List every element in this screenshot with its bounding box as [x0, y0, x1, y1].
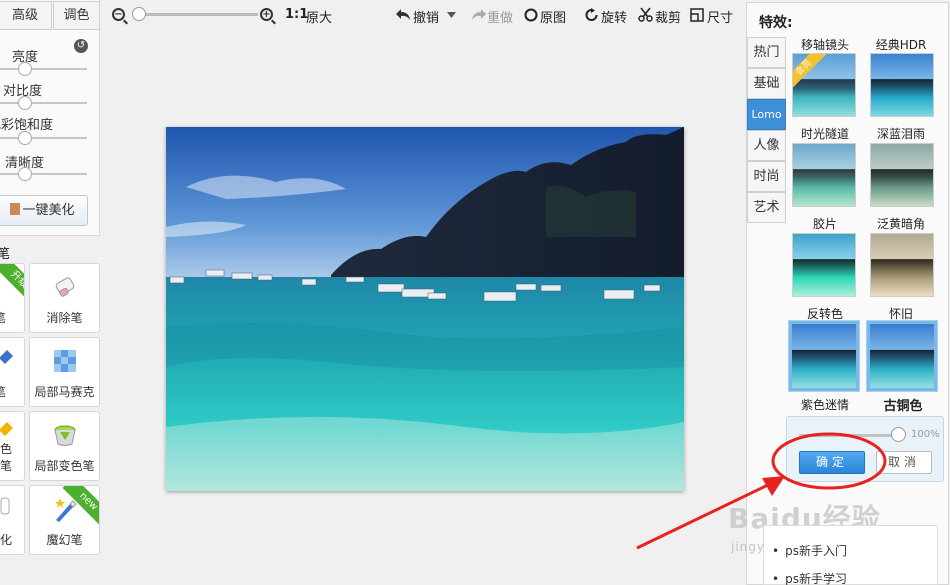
pen-icon	[0, 350, 13, 364]
color-pen-icon	[0, 422, 13, 436]
zoom-knob[interactable]	[132, 7, 146, 21]
strength-slider[interactable]	[799, 434, 899, 437]
strength-value: 100%	[911, 429, 940, 440]
redo-icon[interactable]	[471, 8, 486, 22]
beauty-label: 一键美化	[22, 203, 75, 218]
effect-label: 紫色迷情	[800, 398, 849, 412]
saturation-knob[interactable]	[18, 131, 32, 145]
undo-icon[interactable]	[396, 8, 411, 22]
contrast-slider[interactable]	[0, 102, 87, 104]
effect-film[interactable]	[792, 233, 856, 297]
tool-pen[interactable]: 升级 笔	[0, 263, 25, 333]
crop-button[interactable]: 裁剪	[655, 7, 681, 26]
effect-label: 移轴镜头	[800, 38, 849, 52]
saturation-slider[interactable]	[0, 137, 87, 139]
tool-label: 色笔	[0, 442, 12, 473]
brightness-slider[interactable]	[0, 68, 87, 70]
zoom-in-icon[interactable]: +	[260, 8, 273, 21]
size-icon[interactable]	[690, 8, 704, 22]
sharpness-knob[interactable]	[18, 167, 32, 181]
reset-icon[interactable]: ↺	[74, 39, 88, 53]
effect-label: 泛黄暗角	[876, 217, 925, 231]
tool-label: 笔	[0, 309, 24, 326]
tool-color-pen[interactable]: 色笔	[0, 411, 25, 481]
original-button[interactable]: 原图	[540, 7, 566, 26]
rotate-button[interactable]: 旋转	[601, 7, 627, 26]
size-button[interactable]: 尺寸	[707, 7, 733, 26]
redo-button[interactable]: 重做	[487, 7, 513, 26]
one-click-beauty-button[interactable]: 一键美化	[0, 195, 88, 226]
beautify-icon	[0, 497, 10, 515]
tool-label: 局部变色笔	[34, 459, 95, 473]
cancel-button[interactable]: 取消	[876, 451, 932, 474]
tool-label: 笔	[0, 383, 24, 400]
adjust-panel: 高级 调色 ↺ 亮度 对比度 色彩饱和度 清晰度 一键美化	[0, 0, 100, 236]
sharpness-slider[interactable]	[0, 173, 87, 175]
tab-fashion[interactable]: 时尚	[747, 161, 786, 192]
tool-label: 消除笔	[46, 311, 83, 325]
edited-photo[interactable]	[166, 127, 684, 491]
upgrade-badge: 升级	[0, 264, 24, 306]
effect-yellow-vignette[interactable]	[870, 233, 934, 297]
tool-label: 局部马赛克	[34, 385, 95, 399]
tool-magic-pen[interactable]: new 魔幻笔	[29, 485, 100, 555]
tool-eraser-pen[interactable]: 消除笔	[29, 263, 100, 333]
effects-title: 特效:	[759, 15, 793, 31]
tool-pen-2[interactable]: 笔	[0, 337, 25, 407]
zoom-out-icon[interactable]: −	[112, 8, 125, 21]
rotate-icon[interactable]	[584, 8, 599, 22]
top-toolbar: − + 1:1 原大 撤销 重做 原图 旋转 裁剪 尺寸	[105, 0, 740, 32]
effect-label: 反转色	[806, 307, 843, 321]
tool-mosaic[interactable]: 局部马赛克	[29, 337, 100, 407]
paint-bucket-icon	[54, 425, 75, 446]
tool-local-recolor[interactable]: 局部变色笔	[29, 411, 100, 481]
effect-label: 经典HDR	[875, 38, 927, 52]
undo-dropdown-icon[interactable]	[447, 12, 456, 18]
confirm-button[interactable]: 确定	[799, 451, 865, 474]
original-size-button[interactable]: 原大	[306, 7, 332, 26]
tool-beautify[interactable]: 化	[0, 485, 25, 555]
tab-color[interactable]: 调色	[53, 1, 100, 30]
link-item[interactable]: ps新手学习	[772, 570, 847, 585]
brightness-knob[interactable]	[18, 62, 32, 76]
member-badge: 会员	[793, 54, 826, 90]
original-icon[interactable]	[524, 8, 538, 22]
effect-label: 深蓝泪雨	[876, 127, 925, 141]
effect-classic-hdr[interactable]	[870, 53, 934, 117]
pen-section-heading: 笔	[0, 247, 11, 262]
scissors-icon[interactable]	[638, 7, 653, 22]
tab-portrait[interactable]: 人像	[747, 130, 786, 161]
related-links: ps新手入门 ps新手学习	[763, 525, 938, 585]
effect-deep-blue-rain[interactable]	[870, 143, 934, 207]
effect-tilt-shift[interactable]: 会员	[792, 53, 856, 117]
tool-label: 魔幻笔	[46, 533, 83, 547]
tab-hot[interactable]: 热门	[747, 37, 786, 68]
tab-art[interactable]: 艺术	[747, 192, 786, 223]
link-item[interactable]: ps新手入门	[772, 542, 847, 559]
contrast-knob[interactable]	[18, 96, 32, 110]
effect-strength-box: 100% 确定 取消	[786, 416, 944, 482]
effect-time-tunnel[interactable]	[792, 143, 856, 207]
tool-label: 化	[0, 533, 12, 547]
tab-lomo[interactable]: Lomo	[747, 99, 786, 130]
strength-knob[interactable]	[891, 427, 906, 442]
beauty-icon	[10, 203, 21, 215]
effect-label: 时光隧道	[800, 127, 849, 141]
tab-advanced[interactable]: 高级	[0, 1, 52, 30]
effect-nostalgia[interactable]	[867, 321, 937, 391]
mosaic-icon	[53, 350, 76, 372]
tab-basic[interactable]: 基础	[747, 68, 786, 99]
magic-wand-icon	[54, 498, 77, 522]
zoom-slider[interactable]	[138, 13, 258, 16]
effect-label: 胶片	[812, 217, 837, 231]
effect-label: 怀旧	[888, 307, 913, 321]
zoom-ratio[interactable]: 1:1	[285, 7, 308, 22]
saturation-label: 色彩饱和度	[0, 118, 54, 133]
undo-button[interactable]: 撤销	[413, 7, 439, 26]
effect-invert[interactable]	[789, 321, 859, 391]
effect-label-active: 古铜色	[883, 399, 923, 414]
eraser-icon	[55, 277, 74, 297]
